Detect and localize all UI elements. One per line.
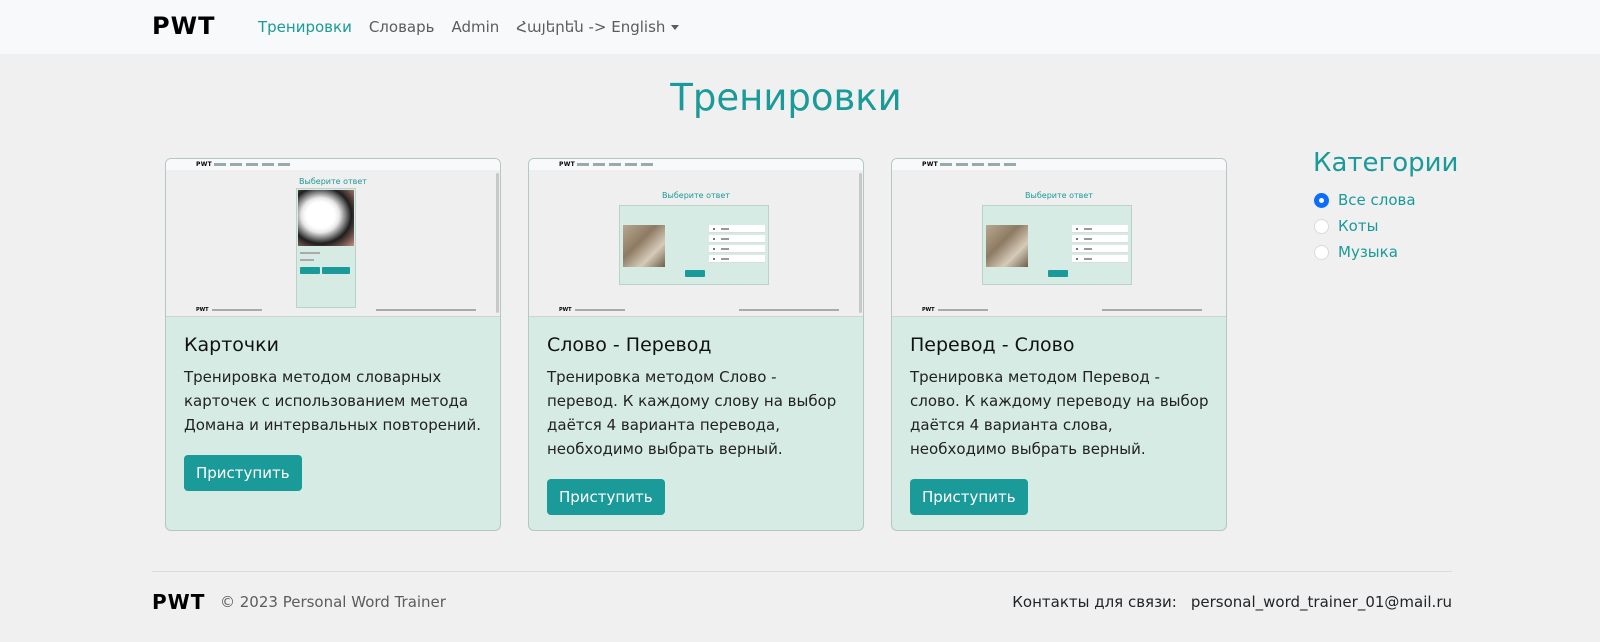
card-description: Тренировка методом Перевод - слово. К ка… xyxy=(910,368,1209,458)
category-label[interactable]: Музыка xyxy=(1338,242,1398,262)
nav-link-admin[interactable]: Admin xyxy=(451,17,499,37)
start-button[interactable]: Приступить xyxy=(910,479,1028,515)
card-preview-image: PWT Выберите ответ PWT xyxy=(166,159,500,317)
card-title: Перевод - Слово xyxy=(910,334,1075,356)
footer-logo: PWT xyxy=(152,590,206,614)
radio-unchecked-icon[interactable] xyxy=(1314,218,1329,234)
language-dropdown[interactable]: Հայերեն -> English xyxy=(516,17,680,37)
nav-links: Тренировки Словарь Admin Հայերեն -> Engl… xyxy=(258,17,696,37)
nav-link-dictionary[interactable]: Словарь xyxy=(369,17,435,37)
contacts: Контакты для связи: personal_word_trainer… xyxy=(1012,592,1452,612)
caret-down-icon xyxy=(671,25,680,30)
card-preview-image: PWT Выберите ответ PWT xyxy=(892,159,1226,317)
footer-divider xyxy=(152,571,1452,572)
brand-logo[interactable]: PWT xyxy=(152,14,215,38)
category-all-words[interactable]: Все слова xyxy=(1314,190,1416,210)
language-dropdown-label: Հայերեն -> English xyxy=(516,18,666,36)
card-description: Тренировка методом словарных карточек с … xyxy=(184,368,482,434)
start-button[interactable]: Приступить xyxy=(547,479,665,515)
training-card-translation-word: PWT Выберите ответ PWT Перевод - Слово Т… xyxy=(891,158,1227,531)
category-label[interactable]: Коты xyxy=(1338,216,1378,236)
category-music[interactable]: Музыка xyxy=(1314,242,1398,262)
category-label[interactable]: Все слова xyxy=(1338,190,1416,210)
card-description: Тренировка методом Слово - перевод. К ка… xyxy=(547,368,837,458)
page-title: Тренировки xyxy=(670,76,902,119)
card-title: Слово - Перевод xyxy=(547,334,712,356)
contacts-label: Контакты для связи: xyxy=(1012,593,1177,611)
start-button[interactable]: Приступить xyxy=(184,455,302,491)
nav-link-trainings[interactable]: Тренировки xyxy=(258,17,352,37)
categories-title: Категории xyxy=(1313,148,1459,178)
card-title: Карточки xyxy=(184,334,279,356)
category-cats[interactable]: Коты xyxy=(1314,216,1378,236)
card-preview-image: PWT Выберите ответ PWT xyxy=(529,159,863,317)
radio-checked-icon[interactable] xyxy=(1314,192,1329,208)
radio-unchecked-icon[interactable] xyxy=(1314,244,1329,260)
training-card-flashcards: PWT Выберите ответ PWT Карточки Трениров… xyxy=(165,158,501,531)
training-card-word-translation: PWT Выберите ответ PWT Слово - Перевод Т… xyxy=(528,158,864,531)
copyright-text: © 2023 Personal Word Trainer xyxy=(220,593,446,611)
contact-email[interactable]: personal_word_trainer_01@mail.ru xyxy=(1191,593,1452,611)
navbar: PWT Тренировки Словарь Admin Հայերեն -> … xyxy=(0,0,1600,54)
